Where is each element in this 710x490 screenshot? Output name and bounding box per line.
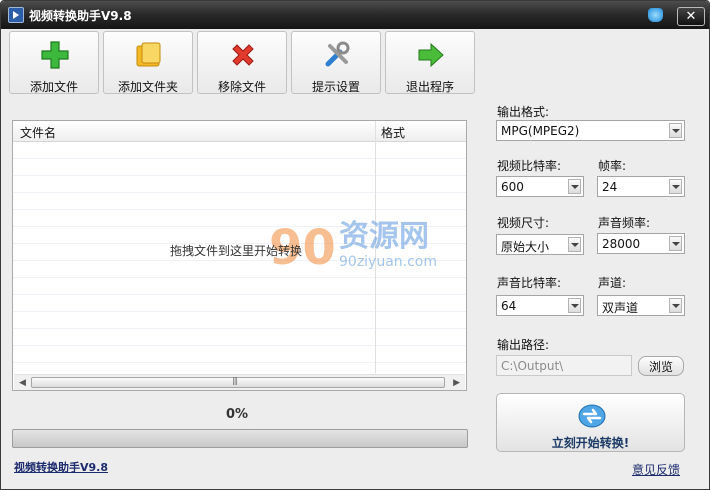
- exit-label: 退出程序: [405, 80, 454, 94]
- app-name-link[interactable]: 视频转换助手V9.8: [14, 459, 108, 475]
- audio-rate-label: 声音频率:: [598, 216, 651, 230]
- remove-file-button[interactable]: 移除文件: [197, 31, 287, 94]
- video-bitrate-label: 视频比特率:: [497, 159, 562, 173]
- title-bar: 视频转换助手V9.8 ✕: [1, 1, 709, 29]
- folder-icon: [136, 42, 161, 67]
- chevron-down-icon[interactable]: [669, 236, 682, 251]
- add-folder-button[interactable]: 添加文件夹: [103, 31, 193, 94]
- watermark-url: 90ziyuan.com: [339, 254, 437, 270]
- video-size-label: 视频尺寸:: [497, 216, 550, 230]
- audio-rate-value: 28000: [602, 237, 641, 251]
- convert-refresh-icon: [578, 404, 606, 428]
- add-folder-label: 添加文件夹: [117, 80, 178, 94]
- feedback-link[interactable]: 意见反馈: [632, 461, 680, 478]
- start-convert-label: 立刻开始转换!: [551, 436, 630, 450]
- framerate-value: 24: [602, 180, 618, 194]
- horizontal-scrollbar[interactable]: ◀ ||| ▶: [14, 374, 465, 390]
- start-convert-button[interactable]: 立刻开始转换!: [496, 393, 685, 452]
- chevron-down-icon[interactable]: [669, 179, 682, 194]
- add-file-label: 添加文件: [29, 80, 78, 94]
- output-path-input[interactable]: [496, 355, 632, 376]
- chevron-down-icon[interactable]: [669, 123, 682, 138]
- delete-x-icon: [232, 44, 254, 66]
- output-format-value: MPG(MPEG2): [501, 124, 580, 138]
- app-play-icon: [8, 7, 24, 23]
- exit-button[interactable]: 退出程序: [385, 31, 475, 94]
- file-list-header: 文件名 格式: [13, 121, 466, 142]
- audio-bitrate-value: 64: [501, 299, 517, 313]
- audio-bitrate-select[interactable]: 64: [496, 295, 584, 316]
- scroll-right-icon[interactable]: ▶: [453, 378, 460, 388]
- output-format-label: 输出格式:: [497, 105, 550, 119]
- arrow-right-icon: [418, 42, 444, 68]
- scroll-thumb[interactable]: |||: [31, 376, 445, 388]
- output-path-label: 输出路径:: [497, 338, 550, 352]
- progress-bar: [12, 429, 468, 448]
- framerate-label: 帧率:: [598, 159, 627, 173]
- scroll-left-icon[interactable]: ◀: [19, 378, 26, 388]
- column-filename[interactable]: 文件名: [20, 124, 56, 141]
- column-format[interactable]: 格式: [381, 124, 405, 141]
- settings-button[interactable]: 提示设置: [291, 31, 381, 94]
- add-file-button[interactable]: 添加文件: [9, 31, 99, 94]
- chevron-down-icon[interactable]: [568, 298, 581, 313]
- watermark-brand: 资源网: [339, 219, 429, 254]
- plus-icon: [41, 41, 69, 69]
- framerate-select[interactable]: 24: [597, 176, 685, 197]
- file-list[interactable]: 文件名 格式 90 资源网 90ziyuan.com 拖拽文件到这里开始转换 ◀…: [12, 120, 467, 391]
- video-size-select[interactable]: 原始大小: [496, 234, 584, 255]
- app-window: 视频转换助手V9.8 ✕ 添加文件 添加文件夹 移除文件 提示设置 退出程序 文…: [0, 0, 710, 490]
- video-bitrate-value: 600: [501, 180, 524, 194]
- browse-button[interactable]: 浏览: [638, 356, 684, 376]
- close-button[interactable]: ✕: [677, 7, 705, 26]
- channels-select[interactable]: 双声道: [597, 295, 685, 316]
- video-size-value: 原始大小: [501, 240, 550, 254]
- drop-hint: 拖拽文件到这里开始转换: [170, 244, 303, 258]
- skin-icon[interactable]: [648, 8, 663, 22]
- audio-rate-select[interactable]: 28000: [597, 233, 685, 254]
- audio-bitrate-label: 声音比特率:: [497, 276, 562, 290]
- settings-label: 提示设置: [311, 80, 360, 94]
- progress-percent: 0%: [225, 407, 249, 422]
- channels-value: 双声道: [602, 301, 639, 315]
- tools-icon: [325, 41, 350, 67]
- chevron-down-icon[interactable]: [568, 237, 581, 252]
- video-bitrate-select[interactable]: 600: [496, 176, 584, 197]
- chevron-down-icon[interactable]: [568, 179, 581, 194]
- window-title: 视频转换助手V9.8: [29, 9, 132, 23]
- output-format-select[interactable]: MPG(MPEG2): [496, 120, 685, 141]
- chevron-down-icon[interactable]: [669, 298, 682, 313]
- remove-file-label: 移除文件: [217, 80, 266, 94]
- channels-label: 声道:: [598, 276, 627, 290]
